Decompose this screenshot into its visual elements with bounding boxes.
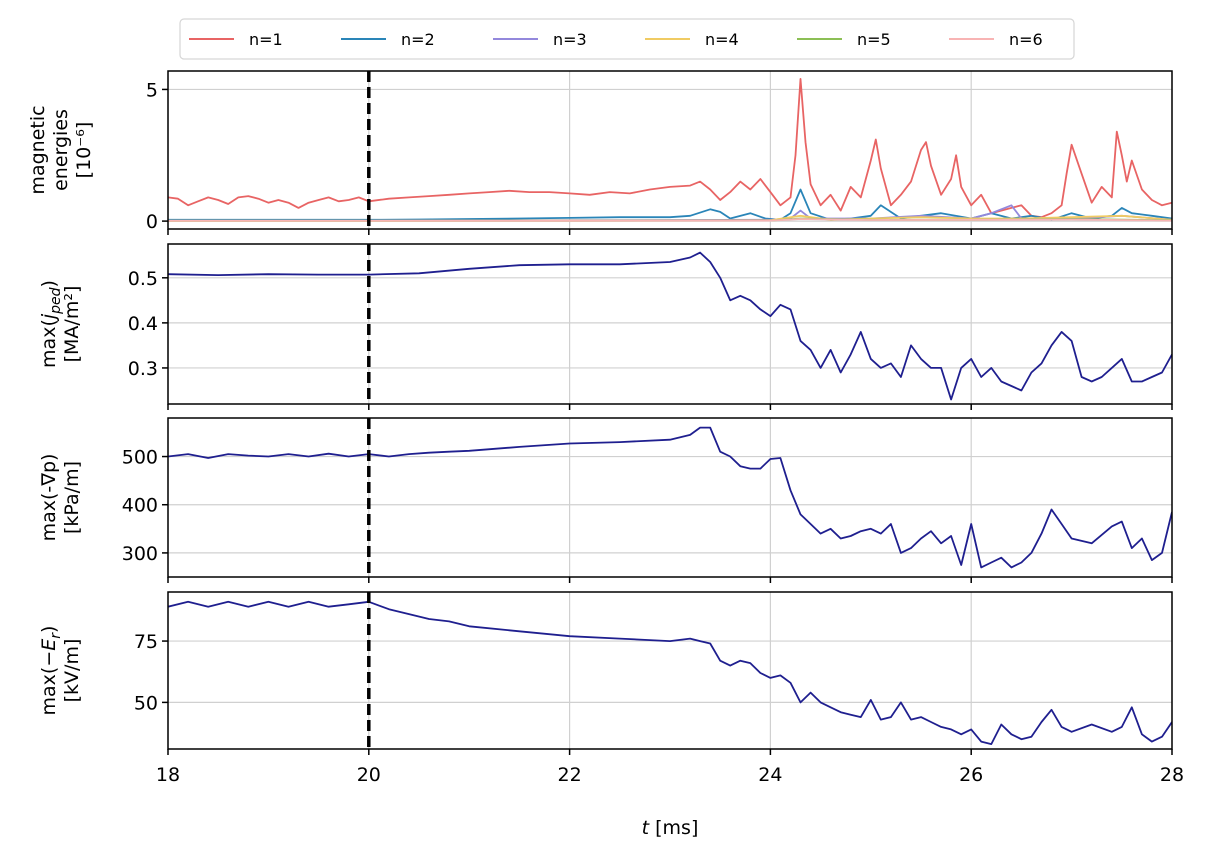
x-tick-labels: 18 20 22 24 26 28 <box>156 764 1184 786</box>
panel-jped: 0.3 0.4 0.5 max(jped)[MA/m²] <box>38 243 1173 410</box>
y-axis-label: max(-∇p)[kPa/m] <box>38 454 83 542</box>
y-tick-label: 50 <box>134 692 158 714</box>
x-tick-label: 18 <box>156 764 180 786</box>
x-tick-label: 24 <box>758 764 782 786</box>
x-tick-label: 22 <box>558 764 582 786</box>
x-tick-label: 26 <box>959 764 983 786</box>
legend-label: n=1 <box>249 30 283 49</box>
series-group <box>168 251 1172 401</box>
axes-frame <box>167 243 1173 405</box>
legend-box <box>179 18 1075 60</box>
series-line <box>168 251 1172 401</box>
y-tick-label: 300 <box>122 543 158 565</box>
y-axis-label: max(−Er)[kV/m] <box>38 626 83 716</box>
legend-label: n=6 <box>1009 30 1043 49</box>
series-line <box>168 426 1172 569</box>
x-axis-label: t [ms] <box>642 817 699 839</box>
legend-label: n=3 <box>553 30 587 49</box>
series-group <box>168 600 1172 745</box>
x-tick-label: 28 <box>1160 764 1184 786</box>
y-tick-label: 0.3 <box>128 358 158 380</box>
axes-frame <box>167 591 1173 750</box>
panel-er: 50 75 max(−Er)[kV/m] <box>38 591 1173 755</box>
series-group <box>168 78 1172 222</box>
y-axis-label: magneticenergies[10⁻⁶] <box>27 105 95 194</box>
x-tick-label: 20 <box>357 764 381 786</box>
y-tick-label: 0 <box>146 211 158 233</box>
legend: n=1 n=2 n=3 n=4 n=5 n=6 <box>179 18 1075 60</box>
y-tick-label: 400 <box>122 495 158 517</box>
series-group <box>168 426 1172 569</box>
legend-label: n=4 <box>705 30 739 49</box>
series-line <box>168 600 1172 745</box>
y-tick-label: 0.5 <box>128 268 158 290</box>
figure: n=1 n=2 n=3 n=4 n=5 n=6 0 5 magneticenergies[10… <box>27 18 1184 839</box>
y-tick-label: 5 <box>146 79 158 101</box>
legend-label: n=5 <box>857 30 891 49</box>
y-tick-label: 75 <box>134 631 158 653</box>
panel-magnetic: 0 5 magneticenergies[10⁻⁶] <box>27 70 1173 235</box>
y-tick-label: 0.4 <box>128 313 158 335</box>
panel-gradp: 300 400 500 max(-∇p)[kPa/m] <box>38 417 1173 583</box>
series-line-n=1 <box>168 78 1172 219</box>
y-tick-label: 500 <box>122 447 158 469</box>
legend-label: n=2 <box>401 30 435 49</box>
y-axis-label: max(jped)[MA/m²] <box>38 280 83 368</box>
panels: 0 5 magneticenergies[10⁻⁶] 0.3 0.4 0.5 max(jpe… <box>27 70 1184 786</box>
